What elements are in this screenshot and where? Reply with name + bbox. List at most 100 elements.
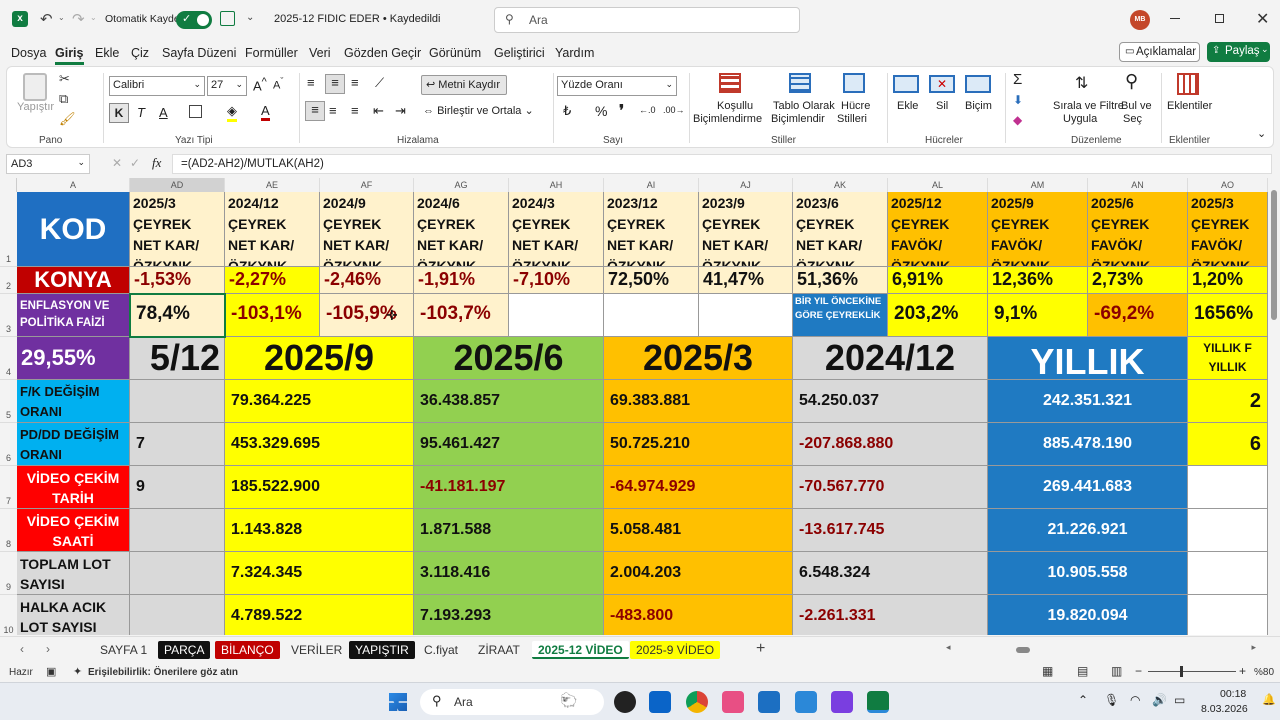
value-cell[interactable]: 19.820.094 [988,595,1188,635]
value-cell[interactable]: 7 [130,423,225,466]
page-break-view-icon[interactable]: ▥ [1111,664,1122,678]
value-cell[interactable] [1188,509,1268,552]
cell-styles-label-1[interactable]: Hücre [841,100,870,112]
value-cell[interactable]: 51,36% [793,267,888,294]
value-cell[interactable]: 9 [130,466,225,509]
value-cell[interactable]: 12,36% [988,267,1088,294]
maximize-icon[interactable] [1215,14,1224,23]
header-cell[interactable]: 2025/6 ÇEYREK FAVÖK/ ÖZKYNK [1088,192,1188,267]
menu-view[interactable]: Görünüm [429,46,481,60]
value-cell[interactable]: 203,2% [888,294,988,337]
addins-icon[interactable] [1177,73,1199,95]
align-right-icon[interactable]: ≡ [351,103,359,118]
value-cell[interactable]: 1.871.588 [414,509,604,552]
row-header[interactable]: 10 [0,595,17,635]
scroll-right-icon[interactable]: ▸ [1251,642,1256,653]
row-header[interactable]: 5 [0,380,17,423]
merge-center-button[interactable]: ⇔ Birleştir ve Ortala ⌄ [423,104,534,117]
value-cell[interactable] [1188,552,1268,595]
konya-label-cell[interactable]: KONYA [17,267,130,294]
value-cell[interactable]: 10.905.558 [988,552,1188,595]
tray-chevron-icon[interactable]: ⌃ [1078,693,1088,707]
find-select-icon[interactable]: ⚲ [1125,71,1138,92]
rate-cell[interactable]: 29,55% [17,337,130,380]
value-cell[interactable]: -2,46% [320,267,414,294]
zoom-level[interactable]: %80 [1254,667,1274,678]
conditional-formatting-label-2[interactable]: Biçimlendirme [693,113,762,125]
value-cell[interactable]: -64.974.929 [604,466,793,509]
find-select-label-1[interactable]: Bul ve [1121,100,1152,112]
prev-sheet-icon[interactable]: ‹ [20,642,24,656]
share-button[interactable]: ⇪ Paylaş ⌄ [1207,42,1270,62]
decrease-decimal-icon[interactable]: .00→ [663,105,685,115]
align-middle-icon[interactable]: ≡ [325,74,345,94]
menu-file[interactable]: Dosya [11,46,46,60]
column-header[interactable]: AK [793,178,888,192]
column-header[interactable]: AE [225,178,320,192]
paste-icon[interactable] [23,73,47,101]
value-cell[interactable] [130,552,225,595]
value-cell[interactable]: 1.143.828 [225,509,414,552]
decrease-font-icon[interactable]: Aˇ [273,76,283,92]
collapse-ribbon-icon[interactable]: ⌄ [1257,127,1266,140]
value-cell[interactable]: 6 [1188,423,1268,466]
store-icon[interactable] [758,691,780,713]
font-name-select[interactable]: Calibri ⌄ [109,76,205,96]
value-cell[interactable]: -41.181.197 [414,466,604,509]
value-cell[interactable]: 78,4% [130,294,225,337]
select-all-corner[interactable] [0,178,17,192]
value-cell[interactable]: 2,73% [1088,267,1188,294]
column-header[interactable]: AO [1188,178,1268,192]
metric-label-cell[interactable]: TOPLAM LOT SAYISI [17,552,130,595]
value-cell[interactable]: 185.522.900 [225,466,414,509]
period-cell[interactable]: 5/12 [130,337,225,380]
value-cell[interactable] [130,509,225,552]
autosave-toggle[interactable]: ✓ [176,11,212,29]
row-header[interactable]: 9 [0,552,17,595]
spreadsheet-grid[interactable]: A AD AE AF AG AH AI AJ AK AL AM AN AO 1 … [0,178,1280,635]
addins-label[interactable]: Eklentiler [1167,100,1212,112]
period-cell[interactable]: 2025/9 [225,337,414,380]
value-cell[interactable]: -69,2% [1088,294,1188,337]
taskbar-search[interactable]: ⚲ Ara 🐑 [420,689,604,715]
column-header[interactable]: AI [604,178,699,192]
fill-icon[interactable]: ⬇ [1013,93,1023,107]
orientation-icon[interactable]: ⟋ [375,75,384,91]
chrome-icon[interactable] [686,691,708,713]
next-sheet-icon[interactable]: › [46,642,50,656]
sort-filter-label-1[interactable]: Sırala ve Filtre [1053,100,1124,112]
menu-help[interactable]: Yardım [555,46,594,60]
document-title[interactable]: 2025-12 FIDIC EDER • Kaydedildi [274,13,440,25]
value-cell[interactable]: 6,91% [888,267,988,294]
value-cell[interactable]: -103,7% [414,294,509,337]
period-cell[interactable]: 2024/12 [793,337,988,380]
windows-start-icon[interactable] [389,693,407,711]
insert-function-icon[interactable]: fx [152,155,161,171]
microphone-icon[interactable]: 🎙 [1104,693,1119,707]
paste-label[interactable]: Yapıştır [17,101,54,113]
header-cell[interactable]: 2025/3 ÇEYREK FAVÖK/ ÖZKYNK [1188,192,1268,267]
align-top-icon[interactable]: ≡ [307,75,315,90]
value-cell[interactable]: 36.438.857 [414,380,604,423]
align-left-icon[interactable]: ≡ [305,101,325,121]
format-cells-icon[interactable] [965,75,991,93]
scroll-left-icon[interactable]: ◂ [946,642,951,653]
period-cell[interactable]: 2025/3 [604,337,793,380]
value-cell[interactable]: 453.329.695 [225,423,414,466]
excel-taskbar-icon[interactable] [867,691,889,713]
value-cell[interactable]: -207.868.880 [793,423,988,466]
sheet-tab[interactable]: C.fiyat [418,641,464,659]
metric-label-cell[interactable]: VİDEO ÇEKİM TARİH [17,466,130,509]
search-box[interactable]: ⚲ Ara [494,7,800,33]
row-header[interactable]: 8 [0,509,17,552]
increase-decimal-icon[interactable]: ←.0 [639,105,656,115]
menu-review[interactable]: Gözden Geçir [344,46,421,60]
value-cell[interactable]: 69.383.881 [604,380,793,423]
add-sheet-icon[interactable]: + [756,640,765,658]
value-cell[interactable]: 269.441.683 [988,466,1188,509]
menu-home[interactable]: Giriş [55,46,84,65]
undo-dropdown-icon[interactable]: ⌄ [58,13,65,22]
header-cell[interactable]: 2025/3 ÇEYREK NET KAR/ ÖZKYNK [130,192,225,267]
menu-page-layout[interactable]: Sayfa Düzeni [162,46,236,60]
clock-time[interactable]: 00:18 [1220,688,1246,700]
